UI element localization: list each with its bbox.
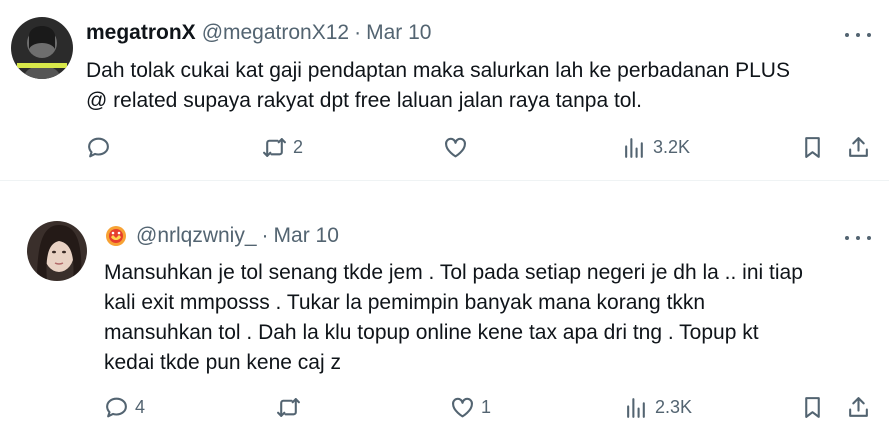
- share-icon: [849, 396, 868, 417]
- view-count: 2.3K: [655, 396, 693, 417]
- reply-button[interactable]: [86, 131, 117, 163]
- tweet-text-line: kedai tkde pun kene caj z: [104, 351, 341, 374]
- display-name[interactable]: megatronX: [86, 21, 196, 45]
- retweet-icon: [263, 137, 286, 157]
- tweet-text: Mansuhkan je tol senang tkde jem . Tol p…: [104, 258, 874, 378]
- tweet-actions: 4 1 2.3K: [0, 391, 889, 423]
- tweet-date[interactable]: Mar 10: [274, 224, 339, 248]
- tweet-text-line: mansuhkan tol . Dah la klu topup online …: [104, 321, 759, 344]
- retweet-button[interactable]: [276, 391, 307, 423]
- retweet-button[interactable]: 2: [262, 131, 303, 163]
- user-handle[interactable]: @megatronX12: [202, 21, 349, 45]
- retweet-count: 2: [293, 136, 304, 157]
- share-icon: [849, 136, 868, 157]
- reply-button[interactable]: 4: [104, 391, 145, 423]
- like-icon: [452, 397, 473, 417]
- views-icon: [625, 137, 643, 158]
- share-button[interactable]: [846, 391, 871, 423]
- view-count: 3.2K: [653, 136, 691, 157]
- tweet-header: @nrlqzwniy_ · Mar 10: [104, 224, 339, 248]
- more-icon[interactable]: [845, 25, 871, 45]
- reply-icon: [106, 397, 127, 417]
- like-button[interactable]: 1: [450, 391, 491, 423]
- retweet-icon: [277, 397, 300, 417]
- user-handle[interactable]: @nrlqzwniy_: [136, 224, 257, 248]
- views-button[interactable]: 3.2K: [622, 131, 690, 163]
- share-button[interactable]: [846, 131, 871, 163]
- avatar[interactable]: [27, 221, 87, 281]
- tweet-text-line: Mansuhkan je tol senang tkde jem . Tol p…: [104, 261, 803, 284]
- bookmark-button[interactable]: [800, 391, 825, 423]
- reply-count: 4: [135, 396, 146, 417]
- views-icon: [627, 397, 645, 418]
- badge-icon: [104, 224, 128, 248]
- bookmark-icon: [805, 136, 820, 158]
- bookmark-button[interactable]: [800, 131, 825, 163]
- tweet-actions: 2 3.2K: [0, 131, 889, 163]
- reply-icon: [88, 137, 109, 157]
- tweet-header: megatronX @megatronX12 · Mar 10: [86, 21, 431, 45]
- tweet[interactable]: @nrlqzwniy_ · Mar 10 Mansuhkan je tol se…: [0, 182, 889, 430]
- tweet-date[interactable]: Mar 10: [366, 21, 431, 45]
- like-icon: [445, 137, 466, 157]
- tweet-text: Dah tolak cukai kat gaji pendaptan maka …: [86, 56, 876, 116]
- tweet[interactable]: megatronX @megatronX12 · Mar 10 Dah tola…: [0, 0, 889, 181]
- tweet-text-line: kali exit mmposss . Tukar la pemimpin ba…: [104, 291, 706, 314]
- bookmark-icon: [805, 396, 820, 418]
- more-icon[interactable]: [845, 228, 871, 248]
- views-button[interactable]: 2.3K: [624, 391, 692, 423]
- separator-dot: ·: [354, 21, 362, 44]
- tweet-text-line: @ related supaya rakyat dpt free laluan …: [86, 89, 642, 112]
- like-button[interactable]: [443, 131, 474, 163]
- tweet-text-line: Dah tolak cukai kat gaji pendaptan maka …: [86, 59, 790, 82]
- like-count: 1: [481, 396, 492, 417]
- avatar[interactable]: [11, 17, 73, 79]
- separator-dot: ·: [261, 224, 269, 247]
